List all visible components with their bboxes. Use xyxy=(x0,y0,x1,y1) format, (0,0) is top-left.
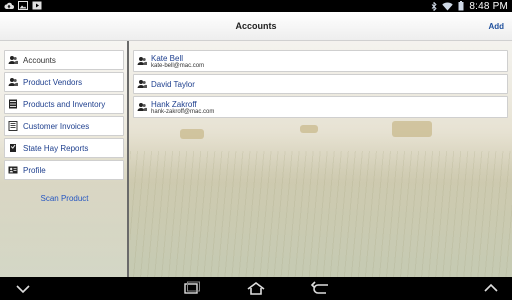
background-field-texture xyxy=(130,151,512,277)
content-area: Accounts Product Vendors Products and In… xyxy=(0,41,512,277)
video-icon xyxy=(32,1,42,10)
expand-up-icon[interactable] xyxy=(480,281,502,296)
sidebar-item-label: Products and Inventory xyxy=(23,99,106,109)
page-title: Accounts xyxy=(235,21,277,31)
accounts-list: Kate Bell kate-bell@mac.com David Taylor… xyxy=(133,50,508,120)
image-icon xyxy=(18,1,28,10)
sidebar-item-label: State Hay Reports xyxy=(23,143,89,153)
account-name: Hank Zakroff xyxy=(151,100,197,109)
collapse-keyboard-icon[interactable] xyxy=(12,281,34,296)
account-name: Kate Bell xyxy=(151,54,184,63)
sidebar: Accounts Product Vendors Products and In… xyxy=(0,41,129,277)
system-nav-bar xyxy=(0,277,512,300)
account-row[interactable]: Kate Bell kate-bell@mac.com xyxy=(133,50,508,72)
account-name: David Taylor xyxy=(151,80,195,89)
reports-icon xyxy=(10,144,16,152)
wifi-icon xyxy=(442,2,454,10)
account-email: hank-zakroff@mac.com xyxy=(151,109,215,115)
sidebar-item-state-hay-reports[interactable]: State Hay Reports xyxy=(4,138,124,158)
sidebar-item-label: Profile xyxy=(23,165,46,175)
person-icon xyxy=(137,80,147,88)
sidebar-item-product-vendors[interactable]: Product Vendors xyxy=(4,72,124,92)
account-email: kate-bell@mac.com xyxy=(151,63,205,69)
home-icon[interactable] xyxy=(245,281,267,296)
action-bar: Accounts Add xyxy=(0,12,512,41)
accounts-icon xyxy=(8,56,18,64)
profile-icon xyxy=(8,166,18,174)
sidebar-item-label: Accounts xyxy=(23,55,56,65)
sidebar-item-profile[interactable]: Profile xyxy=(4,160,124,180)
sidebar-item-label: Customer Invoices xyxy=(23,121,90,131)
recent-apps-icon[interactable] xyxy=(180,281,202,296)
account-row[interactable]: David Taylor xyxy=(133,74,508,94)
battery-icon xyxy=(458,1,464,11)
person-icon xyxy=(137,57,147,65)
invoice-icon xyxy=(8,121,18,131)
add-button[interactable]: Add xyxy=(488,22,504,31)
upload-cloud-icon xyxy=(4,2,14,9)
sidebar-item-products-and-inventory[interactable]: Products and Inventory xyxy=(4,94,124,114)
scan-product-link[interactable]: Scan Product xyxy=(0,194,129,203)
background-hay-bale xyxy=(300,125,318,133)
back-icon[interactable] xyxy=(310,281,332,296)
sidebar-item-label: Product Vendors xyxy=(23,77,83,87)
bluetooth-icon xyxy=(432,1,437,11)
inventory-icon xyxy=(9,99,17,109)
account-row[interactable]: Hank Zakroff hank-zakroff@mac.com xyxy=(133,96,508,118)
sidebar-item-customer-invoices[interactable]: Customer Invoices xyxy=(4,116,124,136)
background-hay-bale xyxy=(180,129,204,139)
sidebar-menu: Accounts Product Vendors Products and In… xyxy=(4,50,124,182)
sidebar-item-accounts[interactable]: Accounts xyxy=(4,50,124,70)
clock: 8:48 PM xyxy=(469,0,508,12)
status-bar: 8:48 PM xyxy=(0,0,512,12)
background-hay-bale xyxy=(392,121,432,137)
person-icon xyxy=(137,103,147,111)
vendors-icon xyxy=(8,78,18,86)
